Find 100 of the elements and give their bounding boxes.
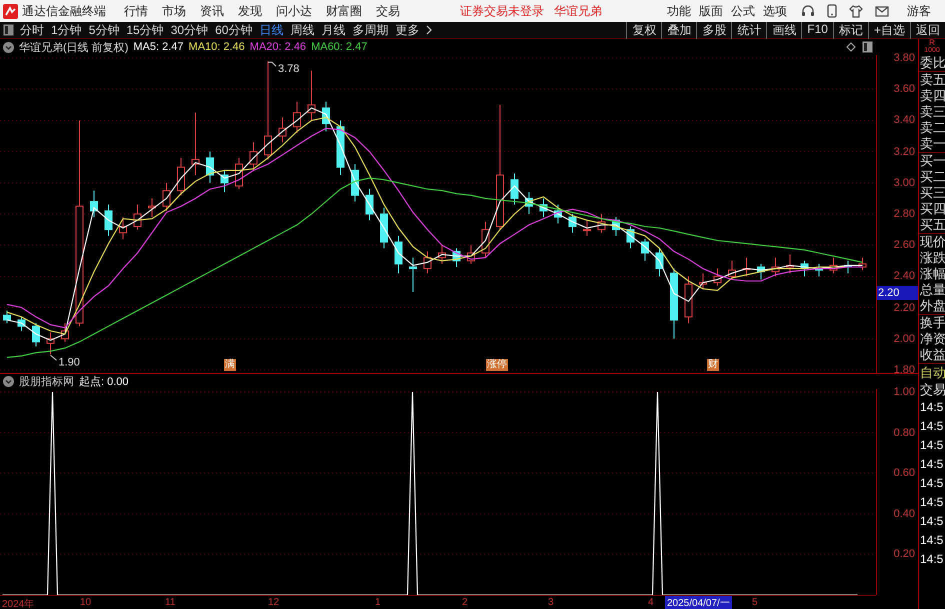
- candlestick: [46, 332, 54, 355]
- candlestick: [424, 250, 432, 274]
- candlestick: [206, 151, 214, 184]
- top-menu-item[interactable]: 公式: [731, 2, 755, 20]
- candlestick: [714, 268, 722, 286]
- indicator-axis-label: 0.40: [894, 506, 915, 521]
- menu-item[interactable]: 问小达: [276, 2, 312, 20]
- candlestick: [568, 214, 576, 234]
- period-tab[interactable]: 月线: [321, 22, 346, 38]
- candlestick: [90, 190, 98, 218]
- chart-title: 华谊兄弟(日线 前复权): [19, 40, 128, 54]
- chevron-down-circle-icon[interactable]: [3, 376, 14, 387]
- candlestick: [858, 257, 866, 271]
- candlestick: [134, 204, 142, 230]
- login-status-link[interactable]: 证券交易未登录: [460, 2, 544, 20]
- date-axis-label: 3: [548, 597, 554, 608]
- candlestick: [250, 142, 258, 171]
- moving-average-value: MA5: 2.47: [133, 41, 184, 53]
- candlestick: [308, 70, 316, 121]
- chevron-down-circle-icon[interactable]: [3, 42, 14, 52]
- candlestick: [684, 276, 692, 324]
- high-price-label: 3.78: [278, 63, 300, 76]
- trade-time: 14:5: [919, 551, 944, 568]
- date-axis-label: 4: [648, 597, 654, 608]
- candlestick: [148, 198, 156, 218]
- trade-time: 14:5: [919, 494, 944, 511]
- candlestick: [394, 235, 402, 274]
- candlestick: [366, 188, 374, 221]
- period-tab[interactable]: 更多: [395, 22, 420, 38]
- candlestick: [540, 198, 548, 218]
- toolbar-button[interactable]: F10: [801, 22, 833, 38]
- user-name[interactable]: 游客: [907, 2, 931, 20]
- top-menu-item[interactable]: 版面: [699, 2, 723, 20]
- candlestick: [815, 263, 823, 277]
- headset-icon[interactable]: [801, 4, 815, 18]
- top-menu-item[interactable]: 功能: [667, 2, 691, 20]
- price-axis-label: 2.00: [894, 332, 915, 346]
- candlestick: [641, 238, 649, 262]
- period-tab[interactable]: 5分钟: [88, 22, 120, 38]
- candlestick: [670, 268, 678, 340]
- candlestick: [583, 220, 591, 236]
- menu-item[interactable]: 行情: [124, 2, 148, 20]
- toolbar-button[interactable]: 画线: [766, 22, 802, 38]
- price-axis-label: 3.60: [894, 82, 915, 96]
- quote-label: 涨幅: [919, 266, 945, 282]
- period-tab[interactable]: 60分钟: [215, 22, 252, 38]
- period-tab[interactable]: 周线: [290, 22, 314, 38]
- mail-icon[interactable]: [875, 6, 889, 16]
- menu-item[interactable]: 发现: [238, 2, 262, 20]
- candlestick: [351, 164, 359, 202]
- panel-toggle-icon[interactable]: [862, 41, 873, 53]
- menu-item[interactable]: 财富圈: [326, 2, 362, 20]
- menu-item[interactable]: 资讯: [200, 2, 224, 20]
- price-axis-label: 2.80: [894, 207, 915, 221]
- auto-trade-tab[interactable]: 自动: [919, 364, 945, 382]
- price-axis-label: 3.00: [894, 176, 915, 190]
- diamond-icon[interactable]: [846, 42, 856, 52]
- date-axis-label: 11: [165, 597, 176, 608]
- toolbar-button[interactable]: 标记: [832, 22, 868, 38]
- phone-icon[interactable]: [827, 4, 837, 18]
- toolbar-button[interactable]: +自选: [868, 22, 910, 38]
- quote-label: 买一: [919, 153, 945, 169]
- date-axis-label: 12: [268, 597, 280, 608]
- candlestick: [482, 221, 490, 258]
- period-tab[interactable]: 多周期: [352, 22, 388, 38]
- trade-time: 14:5: [919, 399, 944, 416]
- candlestick: [467, 244, 475, 264]
- toolbar-button[interactable]: 叠加: [661, 22, 696, 38]
- candlestick: [438, 244, 446, 264]
- toolbar-button[interactable]: 多股: [696, 22, 732, 38]
- stock-name-link[interactable]: 华谊兄弟: [554, 2, 602, 20]
- panel-toggle-icon[interactable]: [3, 24, 14, 36]
- moving-average-value: MA10: 2.46: [188, 41, 245, 53]
- menu-item[interactable]: 市场: [162, 2, 186, 20]
- toolbar-button[interactable]: 返回: [910, 22, 945, 38]
- low-price-label: 1.90: [58, 356, 80, 368]
- candlestick: [119, 216, 127, 240]
- period-tab[interactable]: 30分钟: [170, 22, 208, 38]
- trade-time: 14:5: [919, 532, 944, 549]
- period-tab[interactable]: 日线: [259, 22, 284, 38]
- chevron-right-icon[interactable]: [426, 25, 432, 35]
- candlestick: [192, 112, 200, 176]
- candlestick: [554, 204, 562, 224]
- toolbar-button[interactable]: 统计: [731, 22, 766, 38]
- period-tab[interactable]: 分时: [20, 22, 44, 38]
- date-cursor-label: 2025/04/07/一: [665, 596, 732, 609]
- period-tab[interactable]: 1分钟: [51, 22, 82, 38]
- candlestick: [61, 322, 69, 342]
- toolbar-button[interactable]: 复权: [626, 22, 662, 38]
- period-tab[interactable]: 15分钟: [126, 22, 164, 38]
- candlestick: [786, 254, 794, 274]
- app-logo-icon[interactable]: [3, 4, 18, 18]
- candlestick: [293, 101, 301, 134]
- shirt-icon[interactable]: [849, 4, 863, 18]
- menu-item[interactable]: 交易: [376, 2, 400, 20]
- price-axis-label: 2.40: [894, 269, 915, 284]
- candlestick: [844, 260, 852, 274]
- candlestick: [612, 216, 620, 236]
- top-menu-item[interactable]: 选项: [763, 2, 787, 20]
- trade-time: 14:5: [919, 513, 944, 530]
